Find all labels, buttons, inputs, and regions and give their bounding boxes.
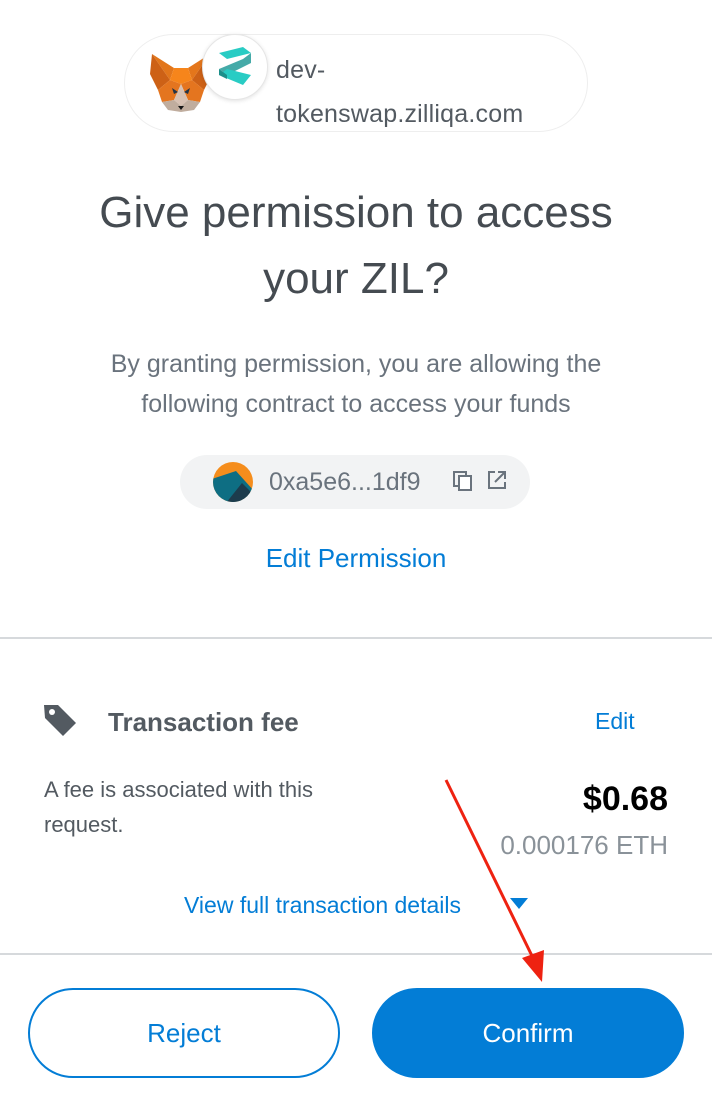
- fee-eth-amount: 0.000176 ETH: [500, 830, 668, 860]
- confirm-button[interactable]: Confirm: [372, 988, 684, 1078]
- annotation-arrow-icon: [444, 779, 544, 982]
- page-title: Give permission to access your ZIL?: [30, 180, 682, 312]
- transaction-fee-title: Transaction fee: [108, 707, 299, 737]
- origin-url-line2: tokenswap.zilliqa.com: [276, 100, 524, 128]
- reject-button[interactable]: Reject: [28, 988, 340, 1078]
- tag-icon: [44, 705, 76, 736]
- page-subtitle: By granting permission, you are allowing…: [40, 344, 672, 424]
- copy-icon[interactable]: [452, 470, 474, 492]
- caret-down-icon[interactable]: [510, 898, 528, 910]
- page-subtitle-line1: By granting permission, you are allowing…: [110, 350, 602, 378]
- contract-address: 0xa5e6...1df9: [269, 468, 421, 496]
- page-title-line1: Give permission to access: [99, 188, 613, 237]
- external-link-icon[interactable]: [486, 469, 508, 491]
- origin-url: dev- tokenswap.zilliqa.com: [276, 48, 576, 136]
- footer-divider: [0, 953, 712, 955]
- section-divider: [0, 637, 712, 639]
- page-title-line2: your ZIL?: [263, 254, 449, 303]
- fee-usd-amount: $0.68: [582, 780, 668, 818]
- view-full-details-link[interactable]: View full transaction details: [184, 886, 461, 924]
- edit-permission-link[interactable]: Edit Permission: [0, 538, 712, 578]
- fee-edit-link[interactable]: Edit: [595, 702, 635, 740]
- origin-url-line1: dev-: [276, 56, 326, 84]
- fee-description: A fee is associated with this request.: [44, 777, 314, 837]
- zilliqa-logo-icon: [202, 34, 268, 100]
- contract-avatar-icon: [213, 462, 253, 502]
- page-subtitle-line2: following contract to access your funds: [141, 390, 571, 418]
